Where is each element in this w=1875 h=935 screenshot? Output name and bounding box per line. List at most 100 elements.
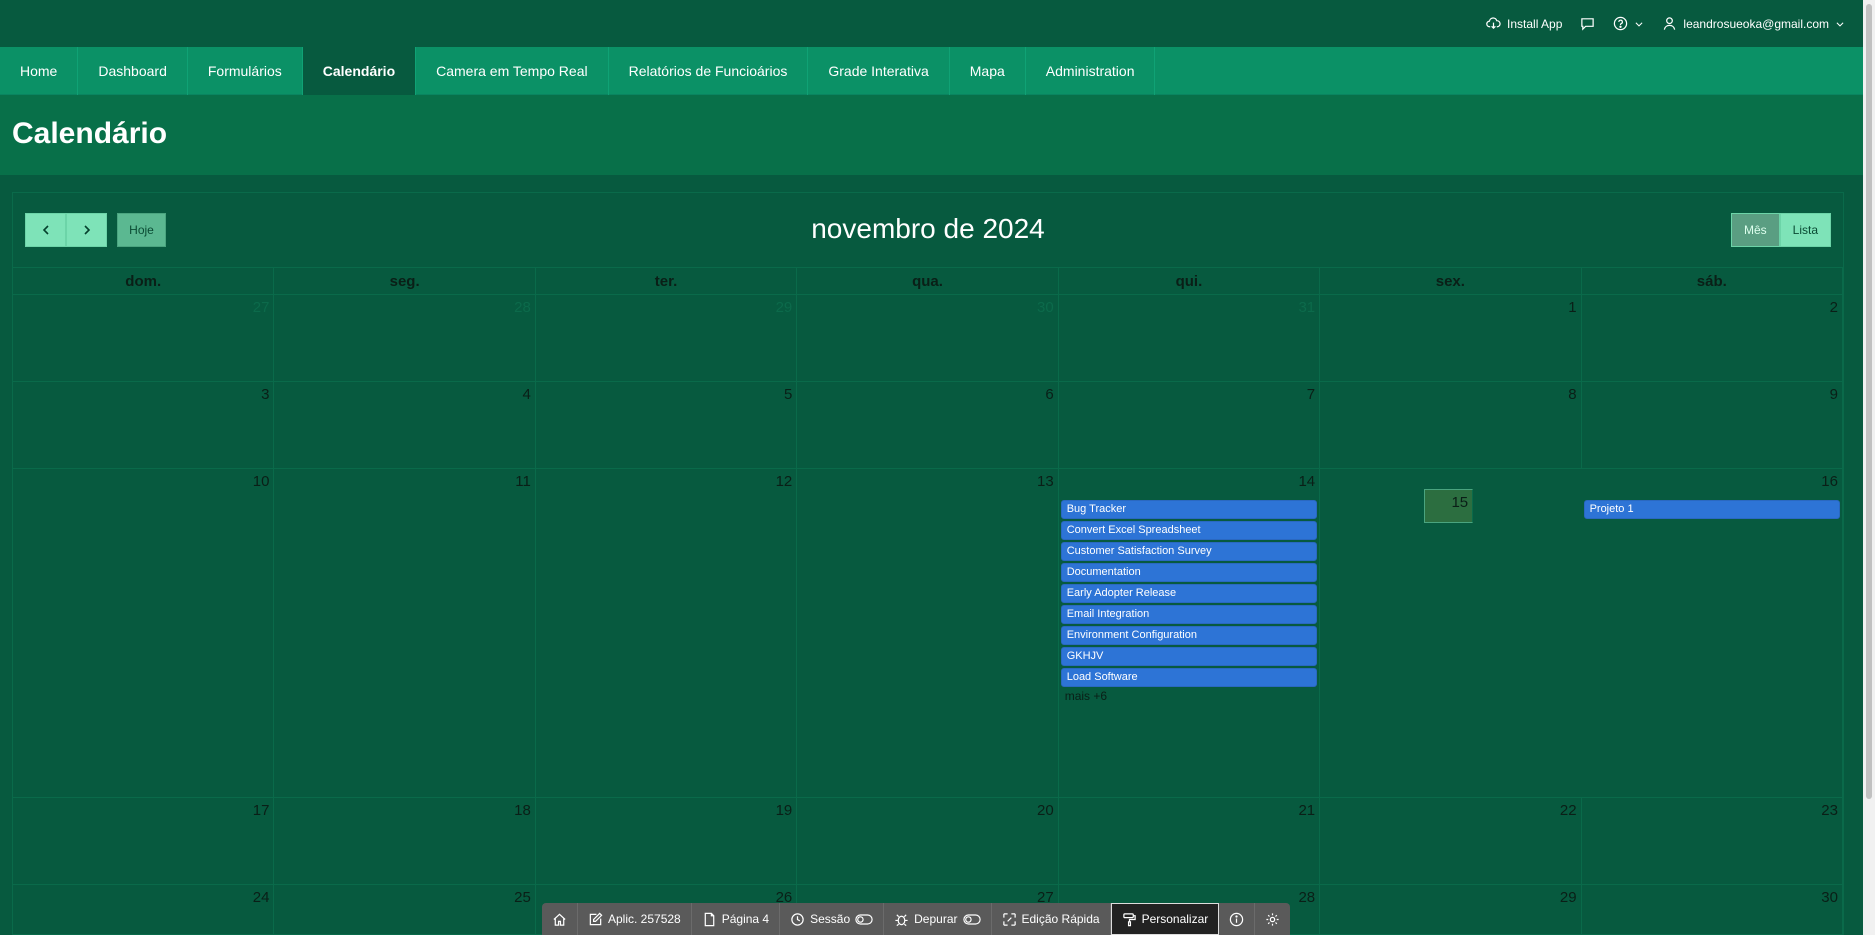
- day-number: 30: [1821, 889, 1838, 906]
- day-cell[interactable]: 3: [13, 382, 275, 468]
- list-view-button[interactable]: Lista: [1779, 213, 1831, 247]
- day-cell[interactable]: 14 Bug Tracker Convert Excel Spreadsheet…: [1059, 469, 1321, 797]
- main-navigation: Home Dashboard Formulários Calendário Ca…: [0, 47, 1863, 95]
- devbar-page-button[interactable]: Página 4: [692, 903, 781, 935]
- day-cell-today[interactable]: 15: [1424, 489, 1474, 523]
- day-cell[interactable]: 2: [1582, 295, 1843, 381]
- day-cell[interactable]: 30: [797, 295, 1059, 381]
- bug-icon: [895, 913, 908, 926]
- devbar-debug-button[interactable]: Depurar: [884, 903, 992, 935]
- devbar-customize-label: Personalizar: [1141, 912, 1209, 926]
- day-number: 21: [1298, 802, 1316, 819]
- tab-administration[interactable]: Administration: [1026, 47, 1156, 95]
- month-view-button[interactable]: Mês: [1730, 213, 1780, 247]
- gear-icon: [1266, 912, 1279, 926]
- tab-home[interactable]: Home: [0, 47, 79, 95]
- day-cell[interactable]: 23: [1582, 798, 1843, 884]
- day-number: 15: [1451, 494, 1469, 511]
- weekday-label: qua.: [797, 268, 1059, 295]
- top-header: Install App leandrosueoka@gmail.com: [0, 0, 1863, 47]
- day-cell[interactable]: 17: [13, 798, 275, 884]
- day-cell[interactable]: 12: [536, 469, 798, 797]
- calendar-event[interactable]: GKHJV: [1060, 647, 1318, 666]
- calendar-event[interactable]: Environment Configuration: [1060, 626, 1318, 645]
- day-cell[interactable]: 10: [13, 469, 275, 797]
- help-menu-button[interactable]: [1613, 16, 1644, 31]
- day-cell[interactable]: 27: [13, 295, 275, 381]
- devbar-session-label: Sessão: [810, 912, 851, 926]
- day-cell[interactable]: 25: [274, 885, 536, 935]
- calendar-event[interactable]: Email Integration: [1060, 605, 1318, 624]
- scrollbar-thumb[interactable]: [1866, 4, 1872, 799]
- chat-bubble-icon: [1581, 18, 1595, 31]
- day-cell[interactable]: 13: [797, 469, 1059, 797]
- day-cell[interactable]: 24: [13, 885, 275, 935]
- tab-calendario[interactable]: Calendário: [302, 47, 417, 95]
- day-cell[interactable]: 4: [274, 382, 536, 468]
- devbar-info-button[interactable]: [1219, 903, 1256, 935]
- calendar-event[interactable]: Bug Tracker: [1060, 500, 1318, 519]
- day-cell[interactable]: 19: [536, 798, 798, 884]
- devbar-quick-edit-button[interactable]: Edição Rápida: [992, 903, 1111, 935]
- day-cell[interactable]: 18: [274, 798, 536, 884]
- day-cell[interactable]: 6: [797, 382, 1059, 468]
- weekday-label: seg.: [274, 268, 536, 295]
- day-cell[interactable]: 11: [274, 469, 536, 797]
- day-cell[interactable]: 28: [274, 295, 536, 381]
- devbar-home-button[interactable]: [542, 903, 578, 935]
- day-cell[interactable]: 21: [1059, 798, 1321, 884]
- page-scrollbar[interactable]: [1863, 0, 1875, 935]
- day-cell[interactable]: 16 Projeto 1: [1582, 469, 1843, 797]
- day-number: 5: [783, 386, 793, 403]
- help-circle-icon: [1614, 16, 1628, 31]
- devbar-app-label: Aplic. 257528: [608, 912, 681, 926]
- day-number: 22: [1559, 802, 1577, 819]
- calendar-event[interactable]: Load Software: [1060, 668, 1318, 687]
- more-events-link[interactable]: mais +6: [1061, 689, 1317, 703]
- day-cell[interactable]: 7: [1059, 382, 1321, 468]
- toggle-icon: [962, 913, 981, 925]
- install-app-button[interactable]: Install App: [1486, 16, 1562, 31]
- devbar-session-button[interactable]: Sessão: [780, 903, 885, 935]
- devbar-settings-button[interactable]: [1255, 903, 1290, 935]
- day-cell[interactable]: 5: [536, 382, 798, 468]
- devbar-app-button[interactable]: Aplic. 257528: [578, 903, 692, 935]
- tab-grade-interativa[interactable]: Grade Interativa: [808, 47, 950, 95]
- day-cell[interactable]: 1: [1320, 295, 1582, 381]
- tab-dashboard[interactable]: Dashboard: [78, 47, 188, 95]
- day-number: 4: [522, 386, 531, 403]
- day-number: 27: [252, 299, 270, 316]
- tab-camera-tempo-real[interactable]: Camera em Tempo Real: [416, 47, 609, 95]
- weekday-label: ter.: [536, 268, 798, 295]
- feedback-button[interactable]: [1580, 16, 1595, 31]
- day-number: 16: [1821, 473, 1838, 490]
- day-number: 7: [1306, 386, 1316, 403]
- weekday-header: dom. seg. ter. qua. qui. sex. sáb.: [13, 267, 1843, 295]
- calendar-event[interactable]: Customer Satisfaction Survey: [1060, 542, 1318, 561]
- session-icon: [791, 912, 804, 926]
- tab-mapa[interactable]: Mapa: [950, 47, 1026, 95]
- home-icon: [553, 913, 566, 926]
- day-cell[interactable]: 8: [1320, 382, 1582, 468]
- day-cell[interactable]: 9: [1582, 382, 1843, 468]
- day-cell[interactable]: 31: [1059, 295, 1321, 381]
- calendar-event[interactable]: Early Adopter Release: [1060, 584, 1318, 603]
- tab-formularios[interactable]: Formulários: [188, 47, 303, 95]
- calendar-event[interactable]: Projeto 1: [1583, 500, 1840, 519]
- day-number: 30: [1037, 299, 1054, 316]
- calendar-event[interactable]: Documentation: [1060, 563, 1318, 582]
- day-cell[interactable]: 29: [536, 295, 798, 381]
- day-number: 29: [775, 299, 793, 316]
- day-cell[interactable]: 20: [797, 798, 1059, 884]
- day-cell[interactable]: 22: [1320, 798, 1582, 884]
- month-title: novembro de 2024: [811, 213, 1045, 244]
- user-menu-button[interactable]: leandrosueoka@gmail.com: [1662, 16, 1845, 31]
- day-cell[interactable]: 30: [1582, 885, 1843, 935]
- calendar-event[interactable]: Convert Excel Spreadsheet: [1060, 521, 1318, 540]
- weekday-label: sex.: [1320, 268, 1582, 295]
- user-email: leandrosueoka@gmail.com: [1683, 16, 1829, 31]
- devbar-customize-button[interactable]: Personalizar: [1110, 903, 1220, 935]
- tab-relatorios-funcionarios[interactable]: Relatórios de Funcioários: [609, 47, 809, 95]
- day-cell[interactable]: 29: [1320, 885, 1582, 935]
- day-number: 12: [775, 473, 793, 490]
